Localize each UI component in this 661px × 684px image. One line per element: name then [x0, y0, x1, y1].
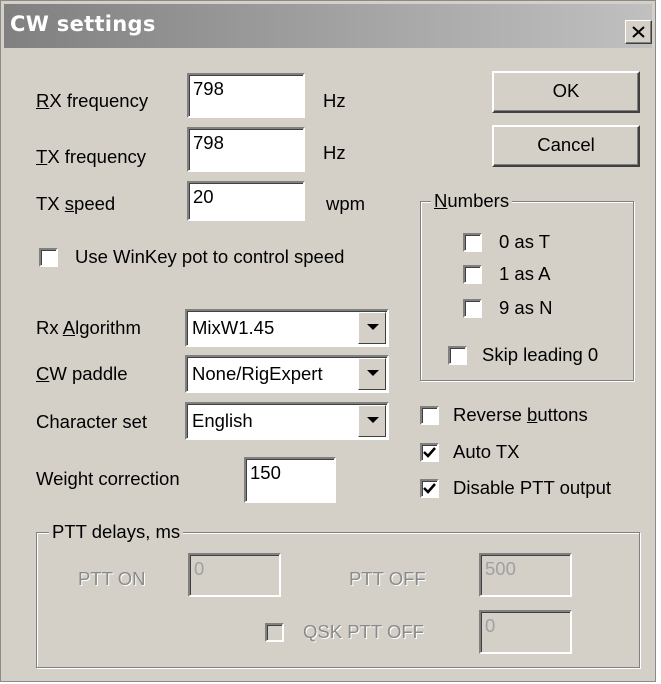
one-as-a-checkbox[interactable]	[463, 265, 482, 284]
winkey-label: Use WinKey pot to control speed	[75, 246, 345, 267]
tx-frequency-input[interactable]: 798	[187, 127, 305, 172]
close-button[interactable]	[625, 20, 652, 44]
auto-tx-label: Auto TX	[453, 441, 520, 462]
tx-frequency-unit: Hz	[323, 142, 346, 163]
character-set-select[interactable]: English	[185, 402, 389, 440]
rx-frequency-input[interactable]: 798	[187, 73, 305, 118]
skip-leading-zero-checkbox[interactable]	[448, 346, 467, 365]
cw-paddle-select[interactable]: None/RigExpert	[185, 355, 389, 393]
checkmark-icon	[423, 483, 436, 494]
checkmark-icon	[423, 447, 436, 458]
window-title: CW settings	[10, 12, 156, 36]
tx-speed-label: TX speed	[36, 193, 116, 214]
nine-as-n-checkbox[interactable]	[463, 299, 482, 318]
rx-algorithm-label: Rx Algorithm	[36, 317, 141, 338]
ptt-delays-legend: PTT delays, ms	[49, 521, 184, 543]
tx-frequency-label: TX frequency	[36, 146, 147, 167]
cw-settings-dialog: CW settings RX frequency 798 Hz TX frequ…	[0, 0, 656, 682]
ptt-off-input[interactable]: 500	[479, 553, 572, 597]
ptt-off-label: PTT OFF	[349, 568, 426, 589]
qsk-ptt-off-input[interactable]: 0	[479, 610, 572, 654]
numbers-legend: Numbers	[431, 190, 513, 212]
skip-leading-zero-label: Skip leading 0	[482, 344, 599, 365]
ptt-on-input[interactable]: 0	[188, 553, 281, 597]
one-as-a-label: 1 as A	[499, 263, 551, 284]
character-set-label: Character set	[36, 411, 148, 432]
tx-speed-unit: wpm	[326, 193, 366, 214]
cw-paddle-label: CW paddle	[36, 363, 128, 384]
chevron-down-icon[interactable]	[358, 358, 386, 390]
nine-as-n-label: 9 as N	[499, 297, 553, 318]
tx-speed-input[interactable]: 20	[187, 181, 305, 221]
rx-frequency-label: RX frequency	[36, 90, 149, 111]
zero-as-t-checkbox[interactable]	[463, 233, 482, 252]
rx-algorithm-value: MixW1.45	[192, 317, 275, 338]
qsk-ptt-off-checkbox[interactable]	[265, 623, 284, 642]
cancel-button[interactable]: Cancel	[492, 125, 640, 167]
zero-as-t-label: 0 as T	[499, 231, 551, 252]
close-icon	[632, 26, 645, 38]
auto-tx-checkbox[interactable]	[420, 443, 439, 462]
weight-correction-label: Weight correction	[36, 468, 180, 489]
winkey-checkbox[interactable]	[39, 248, 58, 267]
cw-paddle-value: None/RigExpert	[192, 363, 323, 384]
reverse-buttons-label: Reverse buttons	[453, 404, 588, 425]
title-bar: CW settings	[4, 4, 652, 48]
disable-ptt-label: Disable PTT output	[453, 477, 612, 498]
rx-algorithm-select[interactable]: MixW1.45	[185, 309, 389, 347]
disable-ptt-checkbox[interactable]	[420, 479, 439, 498]
ptt-on-label: PTT ON	[78, 568, 146, 589]
character-set-value: English	[192, 410, 253, 431]
chevron-down-icon[interactable]	[358, 405, 386, 437]
qsk-ptt-off-label: QSK PTT OFF	[303, 621, 424, 642]
ok-button[interactable]: OK	[492, 71, 640, 113]
weight-correction-input[interactable]: 150	[244, 457, 336, 503]
rx-frequency-unit: Hz	[323, 90, 346, 111]
chevron-down-icon[interactable]	[358, 312, 386, 344]
reverse-buttons-checkbox[interactable]	[420, 406, 439, 425]
